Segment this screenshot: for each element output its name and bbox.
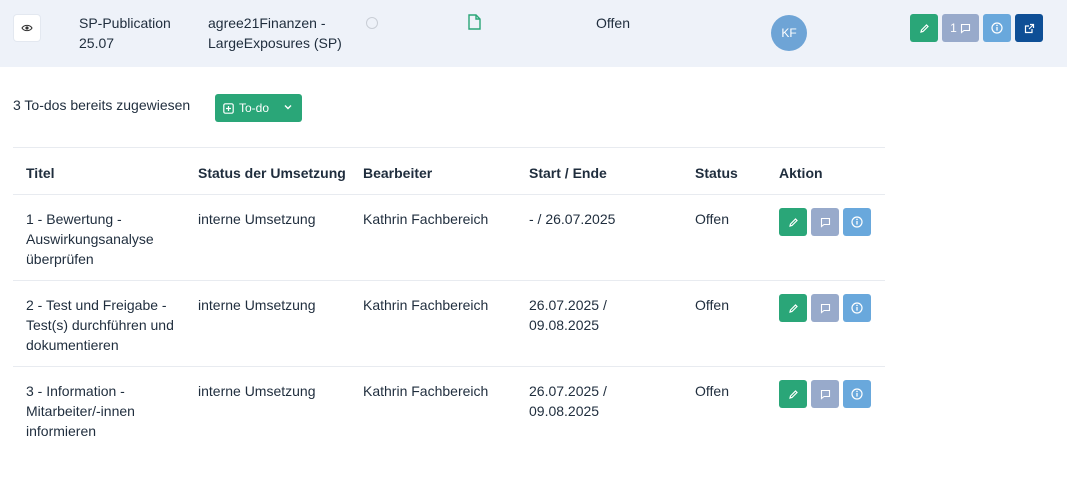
col-header-assignee: Bearbeiter: [363, 165, 433, 181]
col-header-title: Titel: [26, 165, 55, 181]
avatar[interactable]: KF: [771, 15, 807, 51]
row-actions: [779, 294, 871, 322]
col-header-implementation: Status der Umsetzung: [198, 165, 346, 181]
add-todo-label: To-do: [239, 101, 270, 115]
todo-dates: 26.07.2025 / 09.08.2025: [529, 383, 607, 419]
info-button[interactable]: [843, 294, 871, 322]
todo-dates: 26.07.2025 / 09.08.2025: [529, 297, 607, 333]
todo-summary: 3 To-dos bereits zugewiesen: [13, 97, 191, 113]
comment-icon: [820, 303, 831, 314]
pencil-icon: [788, 217, 799, 228]
todo-status: Offen: [695, 383, 729, 399]
publication-title: agree21Finanzen - LargeExposures (SP): [208, 15, 342, 51]
edit-button[interactable]: [779, 208, 807, 236]
todo-status: Offen: [695, 211, 729, 227]
publication-actions: 1: [910, 14, 1043, 42]
edit-button[interactable]: [779, 294, 807, 322]
comment-button[interactable]: [811, 294, 839, 322]
open-external-button[interactable]: [1015, 14, 1043, 42]
edit-button[interactable]: [779, 380, 807, 408]
add-todo-button[interactable]: To-do: [215, 94, 302, 122]
info-button[interactable]: [843, 208, 871, 236]
info-icon: [851, 302, 863, 314]
comment-count: 1: [950, 21, 957, 35]
todo-assignee: Kathrin Fachbereich: [363, 211, 489, 227]
status-circle-icon: [366, 17, 378, 29]
table-header: Titel Status der Umsetzung Bearbeiter St…: [13, 147, 885, 195]
comment-button[interactable]: [811, 380, 839, 408]
todo-assignee: Kathrin Fachbereich: [363, 383, 489, 399]
info-button[interactable]: [843, 380, 871, 408]
info-icon: [851, 388, 863, 400]
col-header-action: Aktion: [779, 165, 823, 181]
comment-icon: [820, 389, 831, 400]
comment-icon: [960, 23, 971, 34]
table-row: 3 - Information - Mitarbeiter/-innen inf…: [13, 367, 885, 453]
row-actions: [779, 208, 871, 236]
pencil-icon: [788, 303, 799, 314]
chevron-down-icon[interactable]: [283, 102, 293, 112]
todo-title: 3 - Information - Mitarbeiter/-innen inf…: [26, 383, 135, 439]
publication-row: SP-Publication 25.07 agree21Finanzen - L…: [0, 0, 1067, 67]
row-actions: [779, 380, 871, 408]
external-link-icon: [1024, 23, 1035, 34]
pencil-icon: [919, 23, 930, 34]
pencil-icon: [788, 389, 799, 400]
comments-button[interactable]: 1: [942, 14, 979, 42]
info-icon: [991, 22, 1003, 34]
table-row: 2 - Test und Freigabe - Test(s) durchfüh…: [13, 281, 885, 367]
todo-implementation: interne Umsetzung: [198, 383, 316, 399]
publication-name: SP-Publication 25.07: [79, 15, 171, 51]
plus-square-icon: [223, 102, 234, 114]
document-icon[interactable]: [468, 14, 481, 30]
col-header-status: Status: [695, 165, 738, 181]
todo-title: 2 - Test und Freigabe - Test(s) durchfüh…: [26, 297, 174, 353]
todo-assignee: Kathrin Fachbereich: [363, 297, 489, 313]
publication-status: Offen: [596, 15, 630, 31]
eye-icon: [21, 23, 33, 33]
todo-implementation: interne Umsetzung: [198, 297, 316, 313]
info-icon: [851, 216, 863, 228]
todo-status: Offen: [695, 297, 729, 313]
todo-title: 1 - Bewertung - Auswirkungsanalyse überp…: [26, 211, 154, 267]
comment-button[interactable]: [811, 208, 839, 236]
edit-button[interactable]: [910, 14, 938, 42]
col-header-dates: Start / Ende: [529, 165, 607, 181]
todo-dates: - / 26.07.2025: [529, 211, 616, 227]
table-row: 1 - Bewertung - Auswirkungsanalyse überp…: [13, 195, 885, 281]
todo-table: Titel Status der Umsetzung Bearbeiter St…: [13, 147, 885, 453]
comment-icon: [820, 217, 831, 228]
todo-implementation: interne Umsetzung: [198, 211, 316, 227]
view-button[interactable]: [14, 15, 40, 41]
info-button[interactable]: [983, 14, 1011, 42]
